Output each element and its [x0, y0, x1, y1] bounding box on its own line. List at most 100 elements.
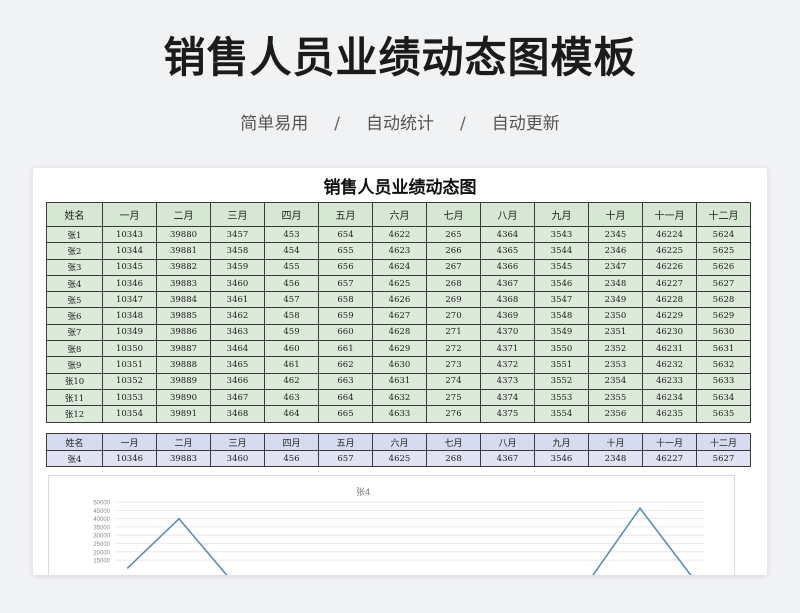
table-cell: 4373 — [480, 372, 535, 390]
table-cell: 张4 — [46, 274, 103, 293]
table-cell: 4627 — [372, 307, 427, 325]
table-cell: 458 — [264, 307, 319, 325]
table-row: 张10 10352 39889 3466 462 663 4631 274 4373 3552 23… — [46, 372, 751, 390]
table-cell: 5629 — [696, 307, 751, 325]
table-cell: 46234 — [642, 388, 697, 407]
table-cell: 10349 — [102, 323, 157, 342]
table-cell: 张10 — [46, 372, 103, 390]
table-cell: 2353 — [588, 356, 643, 374]
table-cell: 10344 — [102, 242, 157, 260]
table-cell: 张7 — [46, 323, 103, 342]
table-cell: 2346 — [588, 242, 643, 260]
table-cell: 461 — [264, 356, 319, 374]
column-header: 十月 — [588, 202, 643, 227]
table-cell: 5633 — [696, 372, 751, 390]
table-cell: 张8 — [46, 340, 103, 358]
table-cell: 5628 — [696, 291, 751, 309]
table-cell: 张3 — [46, 258, 103, 276]
table-row: 张6 10348 39885 3462 458 659 4627 270 4369 3548 235… — [46, 307, 751, 325]
selected-cell: 张4 — [46, 450, 103, 467]
table-cell: 265 — [426, 225, 481, 244]
table-cell: 3468 — [210, 405, 265, 423]
performance-chart: 张4 50000 45000 40000 35000 30000 25000 20000 15… — [48, 475, 735, 575]
table-cell: 3549 — [534, 323, 589, 342]
table-cell: 271 — [426, 323, 481, 342]
table-cell: 3544 — [534, 242, 589, 260]
table-cell: 3543 — [534, 225, 589, 244]
table-cell: 10343 — [102, 225, 157, 244]
table-cell: 2354 — [588, 372, 643, 390]
table-row: 张5 10347 39884 3461 457 658 4626 269 4368 3547 234… — [46, 291, 751, 309]
table-cell: 270 — [426, 307, 481, 325]
tagline: 简单易用 / 自动统计 / 自动更新 — [0, 112, 800, 136]
table-cell: 660 — [318, 323, 373, 342]
column-header: 二月 — [156, 433, 211, 451]
table-cell: 269 — [426, 291, 481, 309]
spreadsheet-preview: 销售人员业绩动态图 姓名 一月 二月 三月 四月 五月 六月 七月 八月 九月 十月 十一月 十二月 张… — [33, 168, 767, 575]
column-header: 九月 — [534, 433, 589, 451]
column-header: 八月 — [480, 433, 535, 451]
selected-cell: 46227 — [642, 450, 697, 467]
table-cell: 464 — [264, 405, 319, 423]
table-cell: 456 — [264, 274, 319, 293]
column-header: 四月 — [264, 433, 319, 451]
page-title: 销售人员业绩动态图模板 — [163, 33, 637, 82]
y-tick-label: 25000 — [93, 542, 110, 548]
column-header: 二月 — [156, 202, 211, 227]
table-cell: 4622 — [372, 225, 427, 244]
table-cell: 274 — [426, 372, 481, 390]
chart-title: 张4 — [356, 487, 370, 497]
table-cell: 张6 — [46, 307, 103, 325]
table-cell: 273 — [426, 356, 481, 374]
table-cell: 10352 — [102, 372, 157, 390]
table-cell: 268 — [426, 274, 481, 293]
table-cell: 10345 — [102, 258, 157, 276]
selected-cell: 3460 — [210, 450, 265, 467]
selected-cell: 5627 — [696, 450, 751, 467]
table-cell: 4371 — [480, 340, 535, 358]
table-cell: 39880 — [156, 225, 211, 244]
selected-header-row: 姓名 一月 二月 三月 四月 五月 六月 七月 八月 九月 十月 十一月 十二月 — [46, 433, 751, 451]
table-cell: 662 — [318, 356, 373, 374]
table-cell: 664 — [318, 388, 373, 407]
table-cell: 39882 — [156, 258, 211, 276]
table-cell: 2356 — [588, 405, 643, 423]
table-cell: 463 — [264, 388, 319, 407]
table-cell: 46224 — [642, 225, 697, 244]
table-header-row: 姓名 一月 二月 三月 四月 五月 六月 七月 八月 九月 十月 十一月 十二月 — [46, 202, 751, 227]
table-cell: 46231 — [642, 340, 697, 358]
line-chart-svg: 张4 50000 45000 40000 35000 30000 25000 20000 15… — [93, 487, 704, 575]
table-cell: 5625 — [696, 242, 751, 260]
column-header: 四月 — [264, 202, 319, 227]
table-cell: 3459 — [210, 258, 265, 276]
table-cell: 张11 — [46, 388, 103, 407]
selected-cell: 3546 — [534, 450, 589, 467]
column-header: 七月 — [426, 433, 481, 451]
table-cell: 4370 — [480, 323, 535, 342]
table-cell: 张9 — [46, 356, 103, 374]
table-cell: 张1 — [46, 225, 103, 244]
table-cell: 275 — [426, 388, 481, 407]
column-header: 九月 — [534, 202, 589, 227]
sales-table: 姓名 一月 二月 三月 四月 五月 六月 七月 八月 九月 十月 十一月 十二月 张1 10343 3988… — [46, 202, 751, 423]
table-cell: 2345 — [588, 225, 643, 244]
chart-gridlines — [115, 501, 704, 561]
table-row: 张3 10345 39882 3459 455 656 4624 267 4366 3545 234… — [46, 258, 751, 276]
column-header: 五月 — [318, 202, 373, 227]
table-cell: 457 — [264, 291, 319, 309]
column-header: 一月 — [102, 202, 157, 227]
y-tick-label: 40000 — [93, 517, 110, 523]
table-cell: 张5 — [46, 291, 103, 309]
chart-series — [126, 507, 692, 575]
table-cell: 5631 — [696, 340, 751, 358]
table-cell: 658 — [318, 291, 373, 309]
column-header: 八月 — [480, 202, 535, 227]
column-header: 十二月 — [696, 433, 751, 451]
table-cell: 46235 — [642, 405, 697, 423]
table-cell: 39890 — [156, 388, 211, 407]
table-cell: 46226 — [642, 258, 697, 276]
table-cell: 3551 — [534, 356, 589, 374]
table-cell: 4374 — [480, 388, 535, 407]
column-header: 五月 — [318, 433, 373, 451]
table-cell: 3550 — [534, 340, 589, 358]
